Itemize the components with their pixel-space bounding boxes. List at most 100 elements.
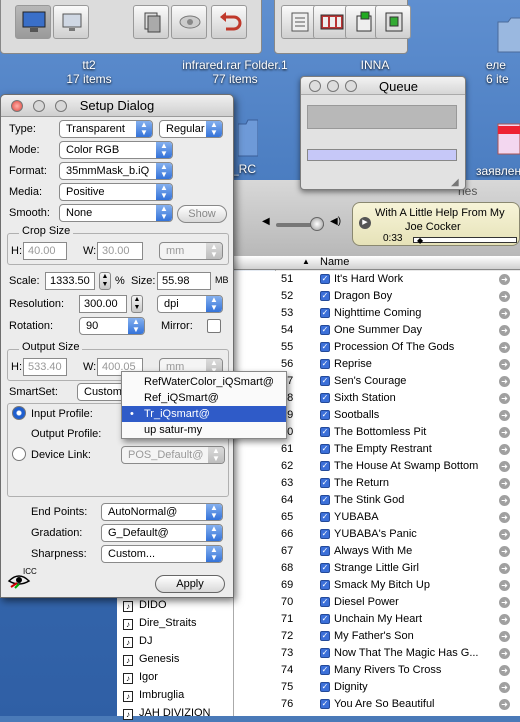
arrow-link-icon[interactable]: ➜ (499, 580, 510, 591)
track-checkbox[interactable]: ✓ (320, 648, 330, 658)
media-select[interactable]: Positive ▲ ▼ (59, 183, 173, 201)
sharpness-select[interactable]: Custom... ▲ ▼ (101, 545, 223, 563)
track-row[interactable]: 67 ✓ Always With Me ➜ (234, 543, 520, 560)
track-checkbox[interactable]: ✓ (320, 359, 330, 369)
artist-item[interactable]: ♪ Genesis (123, 650, 179, 668)
desktop-label-inna[interactable]: INNA (340, 58, 410, 72)
track-row[interactable]: 71 ✓ Unchain My Heart ➜ (234, 611, 520, 628)
track-checkbox[interactable]: ✓ (320, 461, 330, 471)
scale-stepper[interactable]: ▲ ▼ (99, 272, 111, 290)
arrow-link-icon[interactable]: ➜ (499, 546, 510, 557)
menu-item-tr-iqsmart[interactable]: • Tr_iQsmart@ (122, 406, 286, 422)
close-light-icon[interactable] (309, 80, 321, 92)
track-checkbox[interactable]: ✓ (320, 308, 330, 318)
volume-knob[interactable] (310, 217, 324, 231)
track-row[interactable]: 51 ✓ It's Hard Work ➜ (234, 271, 520, 288)
minimize-button-icon[interactable] (33, 100, 45, 112)
menu-item-up-satur[interactable]: up satur-my (122, 422, 286, 438)
document-icon[interactable] (496, 122, 520, 162)
arrow-link-icon[interactable]: ➜ (499, 478, 510, 489)
name-column-header[interactable]: Name (320, 256, 349, 268)
track-checkbox[interactable]: ✓ (320, 529, 330, 539)
arrow-link-icon[interactable]: ➜ (499, 291, 510, 302)
track-checkbox[interactable]: ✓ (320, 393, 330, 403)
rotation-select[interactable]: 90 ▲ ▼ (79, 317, 145, 335)
resolution-stepper[interactable]: ▲ ▼ (131, 295, 143, 313)
track-row[interactable]: 72 ✓ My Father's Son ➜ (234, 628, 520, 645)
arrow-link-icon[interactable]: ➜ (499, 325, 510, 336)
artist-item[interactable]: ♪ Dire_Straits (123, 614, 196, 632)
track-checkbox[interactable]: ✓ (320, 427, 330, 437)
track-row[interactable]: 54 ✓ One Summer Day ➜ (234, 322, 520, 339)
minimize-light-icon[interactable] (327, 80, 339, 92)
resolution-field[interactable]: 300.00 (79, 295, 127, 313)
scale-field[interactable]: 1333.50 (45, 272, 95, 290)
close-button-icon[interactable] (11, 100, 23, 112)
input-profile-radio[interactable] (12, 406, 26, 420)
artist-item[interactable]: ♪ Imbruglia (123, 686, 184, 704)
track-row[interactable]: 65 ✓ YUBABA ➜ (234, 509, 520, 526)
folder-icon[interactable] (496, 12, 520, 56)
track-row[interactable]: 68 ✓ Strange Little Girl ➜ (234, 560, 520, 577)
gradation-select[interactable]: G_Default@ ▲ ▼ (101, 524, 223, 542)
track-row[interactable]: 64 ✓ The Stink God ➜ (234, 492, 520, 509)
track-checkbox[interactable]: ✓ (320, 597, 330, 607)
documents-button[interactable] (133, 5, 169, 39)
arrow-link-icon[interactable]: ➜ (499, 563, 510, 574)
track-checkbox[interactable]: ✓ (320, 665, 330, 675)
artist-item[interactable]: ♪ JAH DIVIZION (123, 704, 211, 722)
icon-view-button[interactable] (15, 5, 51, 39)
track-checkbox[interactable]: ✓ (320, 325, 330, 335)
desktop-label-infrared[interactable]: infrared.rar Folder.1 77 items (162, 58, 308, 86)
endpoints-select[interactable]: AutoNormal@ ▲ ▼ (101, 503, 223, 521)
arrow-link-icon[interactable]: ➜ (499, 614, 510, 625)
column-header[interactable]: ▲ Name (234, 256, 520, 270)
track-row[interactable]: 55 ✓ Procession Of The Gods ➜ (234, 339, 520, 356)
track-list[interactable]: 51 ✓ It's Hard Work ➜ 52 ✓ Dragon Boy ➜ 53 ✓ Night… (234, 271, 520, 716)
arrow-link-icon[interactable]: ➜ (499, 529, 510, 540)
arrow-link-icon[interactable]: ➜ (499, 393, 510, 404)
arrow-link-icon[interactable]: ➜ (499, 495, 510, 506)
progress-bar[interactable] (413, 237, 517, 243)
arrow-link-icon[interactable]: ➜ (499, 308, 510, 319)
format-select[interactable]: 35mmMask_b.iQ ▲ ▼ (59, 162, 173, 180)
track-checkbox[interactable]: ✓ (320, 274, 330, 284)
track-checkbox[interactable]: ✓ (320, 478, 330, 488)
artist-list[interactable]: ♪ DIDO ♪ Dire_Straits ♪ DJ ♪ Genesis ♪ Igor ♪ Imbru… (117, 596, 234, 720)
progress-diamond[interactable]: ◆ (417, 236, 423, 245)
zoom-light-icon[interactable] (345, 80, 357, 92)
track-row[interactable]: 69 ✓ Smack My Bitch Up ➜ (234, 577, 520, 594)
arrow-link-icon[interactable]: ➜ (499, 682, 510, 693)
artist-item[interactable]: ♪ DIDO (123, 596, 167, 614)
arrow-link-icon[interactable]: ➜ (499, 665, 510, 676)
size-field[interactable]: 55.98 (157, 272, 211, 290)
track-row[interactable]: 66 ✓ YUBABA's Panic ➜ (234, 526, 520, 543)
resize-grip-icon[interactable]: ◢ (451, 177, 459, 188)
track-checkbox[interactable]: ✓ (320, 342, 330, 352)
show-button[interactable]: Show (177, 205, 227, 223)
menu-item-refwatercolor[interactable]: RefWaterColor_iQSmart@ (122, 374, 286, 390)
crop-unit-select[interactable]: mm ▲ ▼ (159, 242, 223, 260)
crop-w-field[interactable]: 30.00 (97, 242, 143, 260)
track-checkbox[interactable]: ✓ (320, 631, 330, 641)
arrow-link-icon[interactable]: ➜ (499, 359, 510, 370)
track-row[interactable]: 63 ✓ The Return ➜ (234, 475, 520, 492)
undo-button[interactable] (211, 5, 247, 39)
arrow-link-icon[interactable]: ➜ (499, 342, 510, 353)
track-checkbox[interactable]: ✓ (320, 614, 330, 624)
track-row[interactable]: 76 ✓ You Are So Beautiful ➜ (234, 696, 520, 713)
smooth-select[interactable]: None ▲ ▼ (59, 204, 173, 222)
track-checkbox[interactable]: ✓ (320, 699, 330, 709)
track-checkbox[interactable]: ✓ (320, 291, 330, 301)
arrow-link-icon[interactable]: ➜ (499, 410, 510, 421)
arrow-link-icon[interactable]: ➜ (499, 274, 510, 285)
mode-select[interactable]: Color RGB ▲ ▼ (59, 141, 173, 159)
track-row[interactable]: 62 ✓ The House At Swamp Bottom ➜ (234, 458, 520, 475)
track-checkbox[interactable]: ✓ (320, 563, 330, 573)
apply-button[interactable]: Apply (155, 575, 225, 593)
track-row[interactable]: 61 ✓ The Empty Restrant ➜ (234, 441, 520, 458)
arrow-link-icon[interactable]: ➜ (499, 597, 510, 608)
toolbar-button-d[interactable] (375, 5, 411, 39)
track-checkbox[interactable]: ✓ (320, 546, 330, 556)
track-row[interactable]: 73 ✓ Now That The Magic Has G... ➜ (234, 645, 520, 662)
